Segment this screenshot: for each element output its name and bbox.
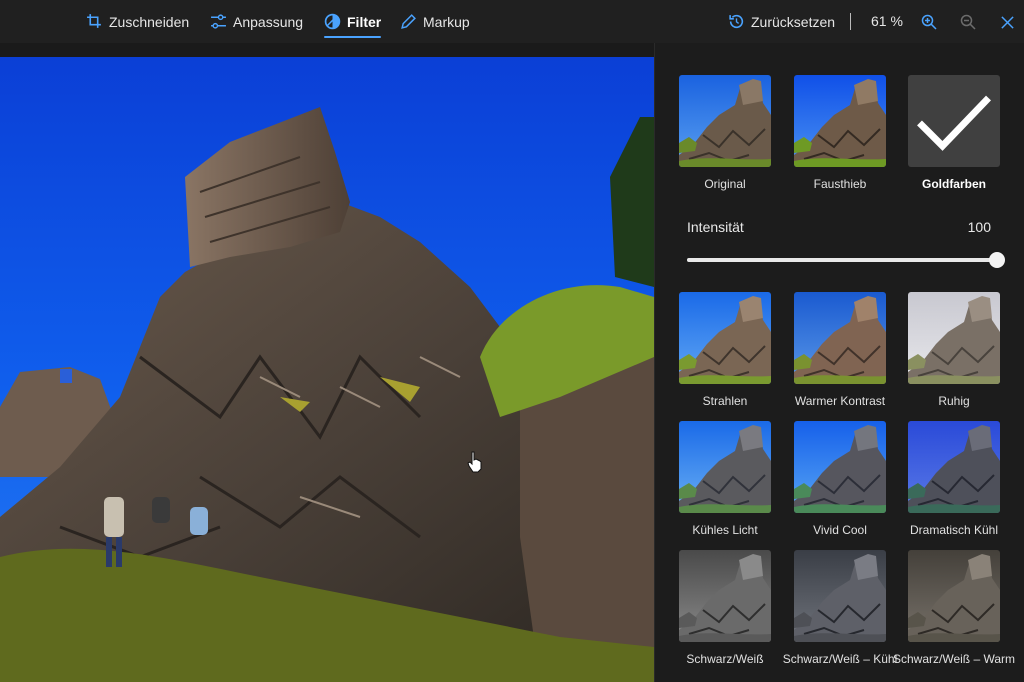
- edited-photo[interactable]: [0, 57, 654, 682]
- castle-ruin-photo: [0, 57, 654, 682]
- filter-preview-image: [794, 75, 886, 167]
- filter-thumbnail-calm[interactable]: [908, 292, 1000, 384]
- filter-thumbnail-golden[interactable]: [908, 75, 1000, 167]
- markup-tab-label: Markup: [423, 13, 470, 30]
- filter-label-golden: Goldfarben: [921, 177, 986, 191]
- slider-fill: [687, 258, 999, 262]
- filter-preview-image: [679, 292, 771, 384]
- filter-preview-image: [679, 421, 771, 513]
- sliders-icon: [211, 14, 226, 29]
- filter-preview-image: [794, 550, 886, 642]
- zoom-in-icon: [921, 14, 937, 30]
- filter-panel: Original Fausthieb Goldfarben Intensität …: [654, 43, 1024, 682]
- filter-label-vividcool: Vivid Cool: [813, 523, 867, 537]
- reset-button[interactable]: Zurücksetzen: [728, 0, 835, 43]
- intensity-slider[interactable]: [687, 252, 1005, 268]
- filter-thumbnail-radiate[interactable]: [679, 292, 771, 384]
- adjust-tab[interactable]: Anpassung: [210, 0, 303, 43]
- filter-thumbnail-bwwarm[interactable]: [908, 550, 1000, 642]
- filter-label-dramaticcool: Dramatisch Kühl: [909, 523, 999, 537]
- filter-preview-image: [794, 421, 886, 513]
- filter-preview-image: [908, 292, 1000, 384]
- close-button[interactable]: [996, 11, 1018, 33]
- image-canvas[interactable]: [0, 43, 654, 682]
- filter-preview-image: [908, 550, 1000, 642]
- close-icon: [1000, 15, 1014, 29]
- filter-label-bw: Schwarz/Weiß: [686, 652, 764, 666]
- filter-preview-image: [794, 292, 886, 384]
- filter-thumbnail-vividcool[interactable]: [794, 421, 886, 513]
- filter-label-punch: Fausthieb: [813, 177, 867, 191]
- checkmark-icon: [917, 95, 991, 151]
- top-toolbar: Zuschneiden Anpassung Filter Markup Zurü…: [0, 0, 1024, 43]
- toolbar-divider: [850, 13, 851, 30]
- filter-label-radiate: Strahlen: [702, 394, 748, 408]
- hand-cursor-icon: [467, 451, 482, 473]
- intensity-label: Intensität: [687, 219, 744, 235]
- filter-preview-image: [908, 421, 1000, 513]
- filter-thumbnail-bw[interactable]: [679, 550, 771, 642]
- crop-tab[interactable]: Zuschneiden: [86, 0, 189, 43]
- zoom-in-button[interactable]: [918, 11, 940, 33]
- filter-thumbnail-punch[interactable]: [794, 75, 886, 167]
- filter-label-calm: Ruhig: [938, 394, 970, 408]
- filter-preview-image: [679, 75, 771, 167]
- filter-thumbnail-warm[interactable]: [794, 292, 886, 384]
- filter-thumbnail-original[interactable]: [679, 75, 771, 167]
- slider-thumb[interactable]: [989, 252, 1005, 268]
- filter-icon: [324, 13, 341, 30]
- filter-tab-label: Filter: [347, 13, 382, 30]
- crop-icon: [87, 14, 101, 28]
- reset-button-label: Zurücksetzen: [751, 13, 836, 30]
- filter-label-original: Original: [704, 177, 746, 191]
- filter-preview-image: [679, 550, 771, 642]
- filter-thumbnail-coollight[interactable]: [679, 421, 771, 513]
- zoom-out-icon: [960, 14, 976, 30]
- adjust-tab-label: Anpassung: [233, 13, 304, 30]
- pen-icon: [401, 14, 416, 29]
- zoom-level: 61 %: [871, 13, 903, 29]
- filter-label-bwcool: Schwarz/Weiß – Kühl: [782, 652, 898, 666]
- filter-thumbnail-dramaticcool[interactable]: [908, 421, 1000, 513]
- reset-history-icon: [729, 14, 744, 29]
- markup-tab[interactable]: Markup: [400, 0, 470, 43]
- filter-tab[interactable]: Filter: [324, 0, 382, 43]
- zoom-out-button[interactable]: [957, 11, 979, 33]
- crop-tab-label: Zuschneiden: [109, 13, 190, 30]
- filter-thumbnail-bwcool[interactable]: [794, 550, 886, 642]
- filter-label-coollight: Kühles Licht: [692, 523, 758, 537]
- intensity-value: 100: [967, 219, 991, 235]
- filter-label-bwwarm: Schwarz/Weiß – Warm: [892, 652, 1015, 666]
- filter-label-warm: Warmer Kontrast: [794, 394, 886, 408]
